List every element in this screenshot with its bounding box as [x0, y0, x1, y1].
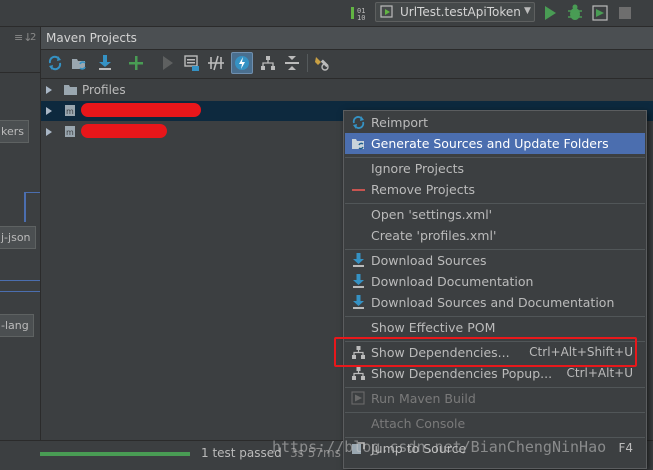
coverage-icon[interactable]: [590, 3, 610, 23]
svg-text:m: m: [66, 107, 74, 116]
menu-item-download-sources[interactable]: Download Sources: [345, 250, 645, 271]
remove-icon: [352, 189, 365, 191]
menu-item-create-profiles[interactable]: Create 'profiles.xml': [345, 225, 645, 246]
menu-item-label: Download Sources and Documentation: [371, 295, 615, 310]
generate-sources-icon[interactable]: [70, 54, 88, 72]
reimport-icon[interactable]: [46, 54, 64, 72]
expand-arrow-icon[interactable]: [46, 86, 52, 94]
test-progress-bar: [40, 452, 190, 456]
menu-item-label: Download Documentation: [371, 274, 534, 289]
panel-number: 2: [30, 32, 37, 43]
menu-item-label: Show Effective POM: [371, 320, 496, 335]
folder-icon: [64, 85, 77, 95]
execute-goal-icon[interactable]: [183, 54, 201, 72]
menu-item-shortcut: Ctrl+Alt+U: [566, 366, 634, 380]
menu-item-label: Ignore Projects: [371, 161, 464, 176]
skip-tests-icon: [235, 56, 249, 70]
menu-item-open-settings[interactable]: Open 'settings.xml': [345, 204, 645, 225]
menu-item-label: Show Dependencies Popup...: [371, 366, 553, 381]
annotation-highlight-box: [334, 337, 637, 367]
watermark-text: https://blog.csdn.net/BianChengNinHao: [272, 438, 607, 456]
run-config-icon: [380, 5, 393, 18]
run-config-label: UrlTest.testApiToken: [400, 5, 521, 19]
left-chip-2[interactable]: j-json: [0, 226, 36, 249]
menu-item-ignore-projects[interactable]: Ignore Projects: [345, 158, 645, 179]
menu-item-reimport[interactable]: Reimport: [345, 112, 645, 133]
add-icon[interactable]: [127, 54, 145, 72]
redaction-mark: [81, 124, 167, 138]
run-icon[interactable]: [159, 54, 177, 72]
menu-item-download-sources-and-docs[interactable]: Download Sources and Documentation: [345, 292, 645, 313]
dependencies-icon: [352, 367, 365, 380]
menu-item-run-maven-build[interactable]: Run Maven Build: [345, 388, 645, 409]
left-chip-3[interactable]: -lang: [0, 314, 34, 337]
menu-item-remove-projects[interactable]: Remove Projects: [345, 179, 645, 200]
menu-item-shortcut: F4: [618, 441, 633, 455]
show-dependencies-icon[interactable]: [259, 54, 277, 72]
expand-arrow-icon[interactable]: [46, 128, 52, 136]
maven-header: Maven Projects: [41, 27, 653, 50]
reimport-icon: [352, 116, 365, 129]
download-icon: [353, 253, 364, 267]
run-icon: [351, 391, 365, 405]
run-config-dropdown[interactable]: UrlTest.testApiToken ▼: [375, 2, 535, 22]
menu-item-attach-console[interactable]: Attach Console: [345, 413, 645, 434]
skip-tests-toggle[interactable]: [231, 52, 253, 74]
generate-sources-icon: [352, 139, 364, 150]
build-icon[interactable]: 01 10: [349, 4, 371, 22]
menu-item-label: Create 'profiles.xml': [371, 228, 497, 243]
maven-toolbar: [41, 50, 653, 79]
redaction-mark: [81, 103, 201, 117]
chevron-down-icon: ▼: [524, 6, 531, 16]
menu-item-download-documentation[interactable]: Download Documentation: [345, 271, 645, 292]
run-toolbar: 01 10 UrlTest.testApiToken ▼: [0, 0, 653, 27]
menu-item-label: Generate Sources and Update Folders: [371, 136, 609, 151]
expand-arrow-icon[interactable]: [46, 107, 52, 115]
panel-title: Maven Projects: [46, 31, 137, 45]
menu-item-generate-sources[interactable]: Generate Sources and Update Folders: [345, 133, 645, 154]
menu-item-label: Download Sources: [371, 253, 487, 268]
tree-item-profiles[interactable]: Profiles: [82, 83, 126, 97]
left-chip-1[interactable]: kers: [0, 120, 29, 143]
collapse-all-icon[interactable]: [283, 54, 301, 72]
menu-item-label: Run Maven Build: [371, 391, 476, 406]
context-menu: Reimport Generate Sources and Update Fol…: [343, 110, 647, 469]
menu-item-label: Attach Console: [371, 416, 466, 431]
maven-module-icon: m: [65, 126, 75, 137]
left-tool-panel: ≡↓ 2 kers j-json -lang: [0, 27, 41, 469]
debug-icon[interactable]: [565, 3, 585, 23]
stop-icon[interactable]: [615, 3, 635, 23]
toggle-offline-icon[interactable]: [207, 54, 225, 72]
run-icon[interactable]: [540, 3, 560, 23]
svg-text:m: m: [66, 128, 74, 137]
menu-item-label: Remove Projects: [371, 182, 475, 197]
menu-item-label: Open 'settings.xml': [371, 207, 493, 222]
svg-text:10: 10: [357, 14, 365, 22]
status-text: 1 test passed: [201, 446, 282, 460]
maven-module-icon: m: [65, 105, 75, 116]
menu-item-label: Reimport: [371, 115, 429, 130]
download-icon: [353, 295, 364, 309]
menu-item-show-effective-pom[interactable]: Show Effective POM: [345, 317, 645, 338]
download-icon[interactable]: [96, 54, 114, 72]
settings-icon[interactable]: [313, 54, 331, 72]
download-icon: [353, 274, 364, 288]
